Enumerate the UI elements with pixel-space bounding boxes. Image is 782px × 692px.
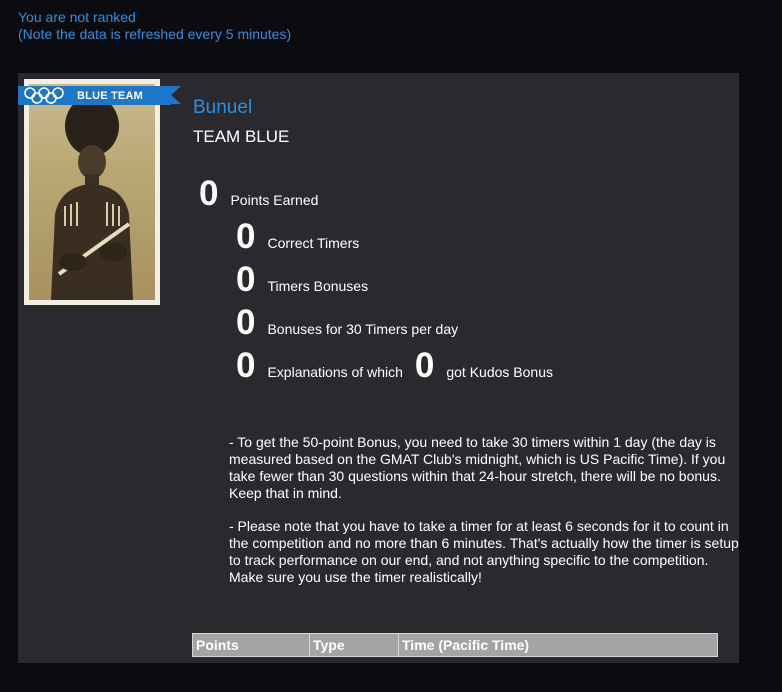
rank-status: You are not ranked (Note the data is ref… [18, 9, 291, 43]
bonus-note: - To get the 50-point Bonus, you need to… [229, 434, 726, 501]
rank-text: You are not ranked [18, 9, 136, 25]
points-earned-value: 0 [199, 174, 219, 213]
bonuses-30-stat: 0 Bonuses for 30 Timers per day [236, 303, 458, 343]
profile-panel: BLUE TEAM Bunuel TEAM BLUE 0 Points Earn… [18, 73, 739, 663]
timers-bonuses-stat: 0 Timers Bonuses [236, 260, 368, 300]
timers-bonuses-value: 0 [236, 260, 256, 299]
correct-timers-value: 0 [236, 217, 256, 256]
kudos-value: 0 [414, 346, 435, 385]
portrait-image [29, 84, 155, 300]
column-header-type: Type [309, 633, 399, 657]
kudos-label: got Kudos Bonus [446, 364, 553, 380]
timers-bonuses-label: Timers Bonuses [267, 278, 369, 294]
table-header-row: Points Type Time (Pacific Time) [192, 633, 718, 657]
team-badge: BLUE TEAM [18, 86, 181, 105]
badge-label: BLUE TEAM [77, 89, 143, 102]
username-link[interactable]: Bunuel [193, 97, 252, 119]
column-header-time: Time (Pacific Time) [398, 633, 718, 657]
points-earned-label: Points Earned [230, 192, 319, 208]
points-history-table: Points Type Time (Pacific Time) [192, 633, 718, 657]
refresh-note: (Note the data is refreshed every 5 minu… [18, 26, 292, 42]
bonuses-30-value: 0 [236, 303, 256, 342]
explanations-label: Explanations of which [267, 364, 403, 380]
team-name: TEAM BLUE [193, 127, 290, 146]
olympic-rings-icon [24, 87, 64, 104]
points-earned-stat: 0 Points Earned [199, 174, 318, 214]
bonuses-30-label: Bonuses for 30 Timers per day [267, 321, 459, 337]
correct-timers-label: Correct Timers [267, 235, 360, 251]
competition-notes: - To get the 50-point Bonus, you need to… [229, 434, 739, 602]
correct-timers-stat: 0 Correct Timers [236, 217, 359, 257]
timer-duration-note: - Please note that you have to take a ti… [229, 518, 739, 585]
explanations-value: 0 [236, 346, 256, 385]
column-header-points: Points [192, 633, 310, 657]
explanations-stat: 0 Explanations of which 0 got Kudos Bonu… [236, 346, 553, 386]
profile-photo [24, 79, 160, 305]
